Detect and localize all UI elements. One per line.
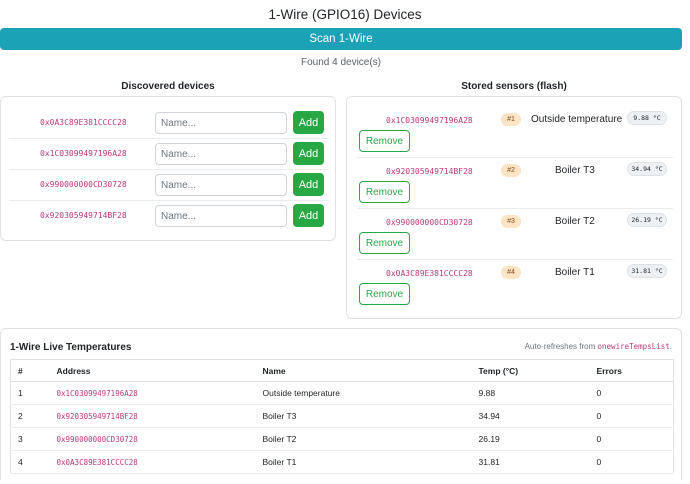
device-address: 0x920305949714BF28: [40, 211, 127, 220]
discovered-devices-heading: Discovered devices: [121, 81, 215, 92]
live-temperatures-table: # Address Name Temp (°C) Errors 1 0x1C03…: [10, 359, 674, 474]
table-row: 1 0x1C03099497196A28 Outside temperature…: [10, 381, 674, 405]
stored-sensor-item: 0x990000000CD30728 #3 Boiler T2 26.19 °C…: [357, 209, 673, 260]
row-address: 0x1C03099497196A28: [49, 381, 256, 405]
row-address: 0x0A3C89E381CCCC28: [49, 450, 256, 474]
row-name: Outside temperature: [255, 381, 472, 405]
auto-refresh-prefix: Auto-refreshes from: [524, 342, 596, 351]
row-temp: 34.94: [471, 404, 590, 428]
row-address: 0x990000000CD30728: [49, 427, 256, 451]
scan-button[interactable]: Scan 1-Wire: [0, 28, 682, 50]
row-address: 0x920305949714BF28: [49, 404, 256, 428]
column-header-address: Address: [49, 359, 256, 382]
live-temperatures-title: 1-Wire Live Temperatures: [10, 342, 132, 353]
device-name-input[interactable]: [155, 112, 287, 134]
sensor-name: Boiler T2: [555, 216, 595, 227]
stored-sensor-item: 0x0A3C89E381CCCC28 #4 Boiler T1 31.81 °C…: [357, 260, 673, 311]
device-name-input[interactable]: [155, 174, 287, 196]
live-temperatures-card: 1-Wire Live Temperatures Auto-refreshes …: [0, 328, 682, 480]
row-errors: 0: [589, 381, 674, 405]
sensor-name: Outside temperature: [531, 114, 623, 125]
add-device-button[interactable]: Add: [293, 173, 324, 196]
discovered-row: 0x990000000CD30728 Add: [9, 170, 329, 201]
table-row: 4 0x0A3C89E381CCCC28 Boiler T1 31.81 0: [10, 450, 674, 474]
auto-refresh-note: Auto-refreshes from onewireTempsList.: [525, 342, 672, 351]
row-number: 4: [10, 450, 50, 474]
sensor-address: 0x920305949714BF28: [386, 167, 473, 176]
row-temp: 9.88: [471, 381, 590, 405]
slot-badge: #1: [501, 113, 521, 126]
column-header-number: #: [10, 359, 50, 382]
remove-sensor-button[interactable]: Remove: [359, 232, 410, 254]
column-header-name: Name: [255, 359, 472, 382]
sensor-address: 0x990000000CD30728: [386, 218, 473, 227]
row-name: Boiler T1: [255, 450, 472, 474]
sensor-address: 0x1C03099497196A28: [386, 116, 473, 125]
add-device-button[interactable]: Add: [293, 204, 324, 227]
discovered-row: 0x1C03099497196A28 Add: [9, 139, 329, 170]
sensor-address: 0x0A3C89E381CCCC28: [386, 269, 473, 278]
auto-refresh-source: onewireTempsList: [597, 342, 670, 351]
discovered-row: 0x0A3C89E381CCCC28 Add: [9, 108, 329, 139]
slot-badge: #4: [501, 266, 521, 279]
row-errors: 0: [589, 427, 674, 451]
column-header-errors: Errors: [589, 359, 674, 382]
device-address: 0x0A3C89E381CCCC28: [40, 118, 127, 127]
sensor-name: Boiler T3: [555, 165, 595, 176]
row-name: Boiler T2: [255, 427, 472, 451]
row-errors: 0: [589, 404, 674, 428]
device-name-input[interactable]: [155, 143, 287, 165]
device-address: 0x1C03099497196A28: [40, 149, 127, 158]
row-number: 1: [10, 381, 50, 405]
remove-sensor-button[interactable]: Remove: [359, 283, 410, 305]
auto-refresh-suffix: .: [669, 342, 672, 351]
stored-sensors-heading: Stored sensors (flash): [461, 81, 567, 92]
stored-sensors-card: 0x1C03099497196A28 #1 Outside temperatur…: [346, 96, 682, 319]
remove-sensor-button[interactable]: Remove: [359, 130, 410, 152]
temperature-badge: 9.88 °C: [627, 111, 667, 125]
add-device-button[interactable]: Add: [293, 142, 324, 165]
device-address: 0x990000000CD30728: [40, 180, 127, 189]
remove-sensor-button[interactable]: Remove: [359, 181, 410, 203]
temperature-badge: 34.94 °C: [627, 162, 667, 176]
table-row: 3 0x990000000CD30728 Boiler T2 26.19 0: [10, 427, 674, 451]
page-title: 1-Wire (GPIO16) Devices: [268, 7, 422, 22]
add-device-button[interactable]: Add: [293, 111, 324, 134]
row-number: 2: [10, 404, 50, 428]
stored-sensor-item: 0x920305949714BF28 #2 Boiler T3 34.94 °C…: [357, 158, 673, 209]
row-number: 3: [10, 427, 50, 451]
slot-badge: #3: [501, 215, 521, 228]
stored-sensor-item: 0x1C03099497196A28 #1 Outside temperatur…: [357, 107, 673, 158]
row-temp: 26.19: [471, 427, 590, 451]
device-name-input[interactable]: [155, 205, 287, 227]
sensor-name: Boiler T1: [555, 267, 595, 278]
found-count-text: Found 4 device(s): [300, 57, 382, 68]
slot-badge: #2: [501, 164, 521, 177]
table-row: 2 0x920305949714BF28 Boiler T3 34.94 0: [10, 404, 674, 428]
discovered-row: 0x920305949714BF28 Add: [9, 201, 329, 232]
table-header-row: # Address Name Temp (°C) Errors: [10, 359, 674, 382]
row-name: Boiler T3: [255, 404, 472, 428]
discovered-devices-card: 0x0A3C89E381CCCC28 Add 0x1C03099497196A2…: [0, 96, 336, 241]
column-header-temp: Temp (°C): [471, 359, 590, 382]
temperature-badge: 31.81 °C: [627, 264, 667, 278]
row-temp: 31.81: [471, 450, 590, 474]
row-errors: 0: [589, 450, 674, 474]
temperature-badge: 26.19 °C: [627, 213, 667, 227]
